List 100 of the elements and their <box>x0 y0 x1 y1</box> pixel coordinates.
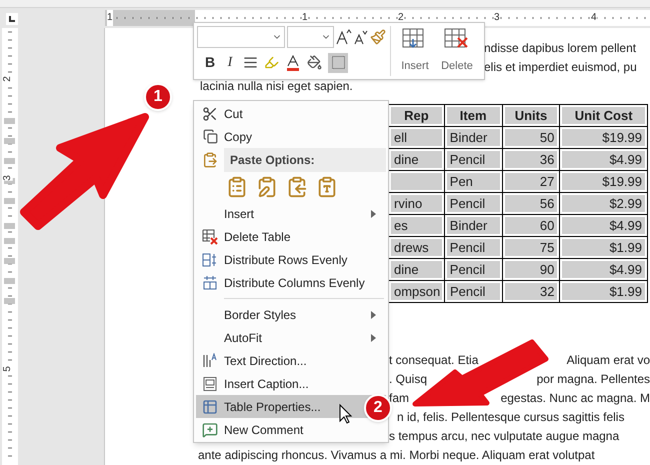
align-icon[interactable] <box>243 55 258 70</box>
paste-icon[interactable] <box>226 176 248 198</box>
caption-icon <box>202 376 218 392</box>
font-size-field[interactable] <box>287 26 334 48</box>
table-cell: es <box>391 217 442 234</box>
menu-item[interactable]: Border Styles <box>196 303 386 326</box>
menu-item[interactable]: Insert <box>196 202 386 225</box>
table-cell: Binder <box>446 217 500 234</box>
menu-item[interactable]: AutoFit <box>196 326 386 349</box>
row-marker[interactable] <box>4 138 15 144</box>
table-cell: Pencil <box>446 261 500 278</box>
table-cell: 90 <box>504 261 558 278</box>
table-cell: 60 <box>504 217 558 234</box>
table-cell: Pencil <box>446 195 500 212</box>
text-direction-icon <box>202 352 218 368</box>
menu-item[interactable]: Copy <box>196 125 386 148</box>
highlight-icon[interactable] <box>264 55 279 70</box>
table-cell: Pencil <box>446 239 500 256</box>
borders-button[interactable] <box>328 52 348 72</box>
row-marker[interactable] <box>4 238 15 244</box>
row-marker[interactable] <box>4 298 15 304</box>
table-cell: rvino <box>391 195 442 212</box>
ruler-number: 5 <box>2 366 13 372</box>
paste-icon[interactable] <box>316 176 338 198</box>
menu-item[interactable]: Distribute Columns Evenly <box>196 271 386 294</box>
table-cell: $19.99 <box>562 129 645 146</box>
table-cell: ompson <box>391 283 442 300</box>
table-delete-icon <box>202 228 218 244</box>
table-cell: 56 <box>504 195 558 212</box>
menu-item[interactable]: Distribute Rows Evenly <box>196 248 386 271</box>
row-marker[interactable] <box>4 223 15 229</box>
distribute-columns-icon <box>202 274 218 290</box>
table-cell: dine <box>391 151 442 168</box>
column-header: Item <box>446 107 500 124</box>
column-header: Units <box>504 107 558 124</box>
paste-icon <box>202 152 218 168</box>
table-cell: 27 <box>504 173 558 190</box>
shading-icon[interactable] <box>307 55 322 70</box>
table-button[interactable]: Delete <box>436 26 478 76</box>
table-cell: $4.99 <box>562 217 645 234</box>
body-text: . Quisq <box>389 370 428 388</box>
menu-section-header: Paste Options: <box>224 148 386 172</box>
menu-item[interactable]: Text Direction... <box>196 349 386 372</box>
table-cell: ell <box>391 129 442 146</box>
body-text: Aliquam erat vo <box>566 352 650 368</box>
body-text: egestas. Nunc ac magna. M <box>500 390 650 406</box>
ruler-number: 1 <box>107 10 113 26</box>
table-cell: dine <box>391 261 442 278</box>
format-button[interactable]: B <box>203 52 217 73</box>
tab-stop-icon[interactable] <box>6 13 18 25</box>
menu-item[interactable]: Insert Caption... <box>196 372 386 395</box>
mouse-pointer-icon <box>340 404 352 424</box>
row-marker[interactable] <box>4 118 15 124</box>
menu-item[interactable]: Delete Table <box>196 225 386 248</box>
table-cell: $1.99 <box>562 239 645 256</box>
column-header: Unit Cost <box>562 107 645 124</box>
format-button[interactable]: I <box>223 52 237 73</box>
table-button[interactable]: Insert <box>394 26 436 76</box>
table-cell: Binder <box>446 129 500 146</box>
table-cell: $4.99 <box>562 261 645 278</box>
body-text: por magna. Pellentes <box>536 370 650 388</box>
table-cell: $2.99 <box>562 195 645 212</box>
distribute-rows-icon <box>202 252 218 268</box>
shrink-font-icon[interactable] <box>354 29 368 45</box>
comment-add-icon <box>202 422 218 438</box>
table-delete-icon <box>444 28 470 50</box>
table-cell: 36 <box>504 151 558 168</box>
table-cell: Pencil <box>446 151 500 168</box>
paste-icon[interactable] <box>286 176 308 198</box>
body-text: s tempus arcu, nec vulputate augue magna <box>389 428 620 444</box>
menu-item[interactable]: Cut <box>196 102 386 125</box>
body-text: ndisse dapibus lorem pellent <box>484 40 636 56</box>
table-cell: Pen <box>446 173 500 190</box>
column-header: Rep <box>391 107 442 124</box>
row-marker[interactable] <box>4 158 15 164</box>
table-cell: Pencil <box>447 283 500 300</box>
table-cell: drews <box>391 239 442 256</box>
grow-font-icon[interactable] <box>336 29 352 45</box>
body-text: ante adipiscing rhoncus. Vivamus a mi. Morbi neque. Aliquam erat volutpat <box>198 446 595 464</box>
row-marker[interactable] <box>4 258 15 264</box>
table-cell: $1.99 <box>562 283 645 300</box>
table-icon <box>202 398 218 414</box>
table-cell: 50 <box>504 129 558 146</box>
body-text: t consequat. Etia <box>389 352 478 368</box>
font-color-icon[interactable] <box>285 54 301 70</box>
body-text: lacinia nulla nisi eget sapien. <box>200 78 353 94</box>
table-cell: 32 <box>504 283 558 300</box>
table-cell: $19.99 <box>562 173 645 190</box>
body-text: elis et imperdiet euismod, pu <box>484 58 637 76</box>
table-cell <box>391 173 442 190</box>
paste-icon[interactable] <box>256 176 278 198</box>
table-cell: $4.99 <box>562 151 645 168</box>
ruler-number: 2 <box>2 76 13 82</box>
row-marker[interactable] <box>4 278 15 284</box>
row-marker[interactable] <box>4 198 15 204</box>
ruler-number: 3 <box>2 175 13 181</box>
copy-icon <box>202 129 218 144</box>
font-name-field[interactable] <box>197 26 285 48</box>
scissors-icon <box>202 106 218 122</box>
table-cell: 75 <box>504 239 558 256</box>
